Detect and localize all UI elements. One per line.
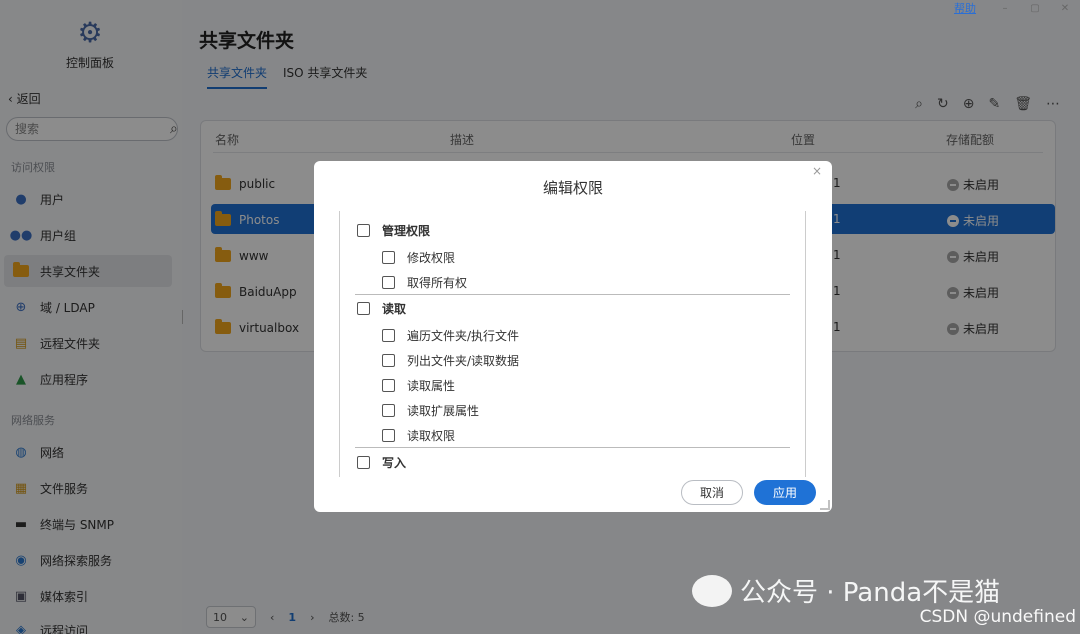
- permission-label: 读取扩展属性: [407, 404, 480, 418]
- permission-read-ext-attributes[interactable]: 读取扩展属性: [382, 402, 479, 419]
- permission-read-permissions[interactable]: 读取权限: [382, 427, 455, 444]
- divider: [355, 294, 790, 295]
- permission-group-admin[interactable]: 管理权限: [357, 222, 430, 239]
- checkbox[interactable]: [382, 251, 395, 264]
- divider: [355, 447, 790, 448]
- maximize-button[interactable]: ▢: [1020, 3, 1050, 14]
- permission-group-write[interactable]: 写入: [357, 454, 406, 471]
- checkbox[interactable]: [382, 404, 395, 417]
- permission-list-folder[interactable]: 列出文件夹/读取数据: [382, 352, 519, 369]
- permission-label: 遍历文件夹/执行文件: [407, 329, 520, 343]
- permission-label: 修改权限: [407, 251, 456, 265]
- permission-label: 读取权限: [407, 429, 456, 443]
- permission-label: 读取: [382, 302, 407, 316]
- minimize-button[interactable]: –: [990, 3, 1020, 14]
- permission-traverse[interactable]: 遍历文件夹/执行文件: [382, 327, 519, 344]
- permission-label: 写入: [382, 456, 407, 470]
- permission-list: 管理权限 修改权限 取得所有权 读取 遍历文件夹/执行文件 列出文件夹/读取数据…: [339, 211, 806, 477]
- permission-label: 列出文件夹/读取数据: [407, 354, 520, 368]
- close-window-button[interactable]: ✕: [1050, 3, 1080, 14]
- checkbox[interactable]: [382, 379, 395, 392]
- checkbox[interactable]: [382, 429, 395, 442]
- checkbox[interactable]: [382, 276, 395, 289]
- permission-label: 取得所有权: [407, 276, 468, 290]
- apply-button[interactable]: 应用: [754, 480, 816, 505]
- help-link[interactable]: 帮助: [954, 0, 976, 16]
- checkbox[interactable]: [382, 354, 395, 367]
- permission-label: 读取属性: [407, 379, 456, 393]
- window-controls: 帮助 – ▢ ✕: [954, 0, 1080, 16]
- wechat-watermark: 公众号 · Panda不是猫: [692, 572, 1000, 609]
- edit-permissions-dialog: × 编辑权限 管理权限 修改权限 取得所有权 读取 遍历文件夹/执行文件 列出文…: [314, 161, 832, 512]
- checkbox[interactable]: [382, 329, 395, 342]
- dialog-title: 编辑权限: [542, 179, 603, 197]
- permission-label: 管理权限: [382, 224, 431, 238]
- wechat-logo-icon: [692, 574, 732, 607]
- cancel-button[interactable]: 取消: [681, 480, 743, 505]
- permission-take-ownership[interactable]: 取得所有权: [382, 274, 467, 291]
- checkbox[interactable]: [357, 224, 370, 237]
- csdn-watermark: CSDN @undefined: [919, 607, 1076, 627]
- close-icon[interactable]: ×: [812, 164, 822, 178]
- resize-grip-icon[interactable]: [820, 500, 830, 510]
- permission-group-read[interactable]: 读取: [357, 300, 406, 317]
- permission-modify[interactable]: 修改权限: [382, 249, 455, 266]
- checkbox[interactable]: [357, 456, 370, 469]
- wechat-watermark-text: 公众号 · Panda不是猫: [740, 578, 1001, 608]
- permission-read-attributes[interactable]: 读取属性: [382, 377, 455, 394]
- checkbox[interactable]: [357, 302, 370, 315]
